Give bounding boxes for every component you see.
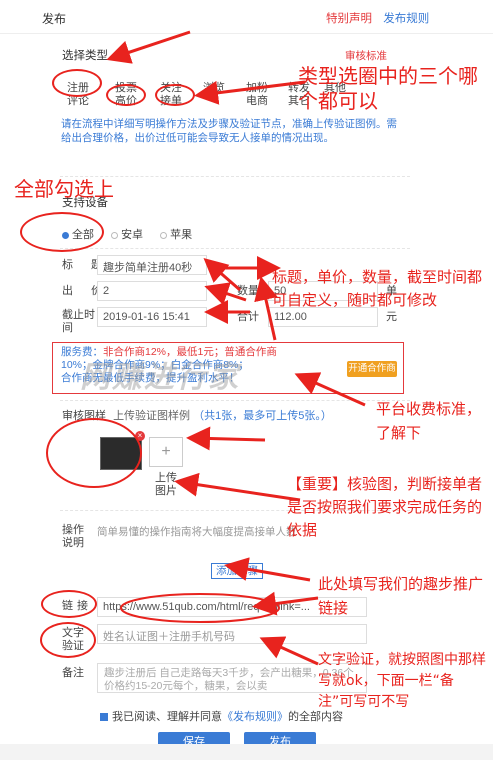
annotation-custom-fields: 标题，单价，数量，截至时间都可自定义，随时都可修改 [272,268,483,309]
upload-image-button[interactable]: + [149,437,183,467]
annotation-circle-order [155,84,195,106]
deadline-input[interactable]: 2019-01-16 15:41 [97,307,207,327]
annotation-circle-register [52,69,102,97]
annotation-circle-text-verify [40,622,96,658]
annotation-circle-high-price [106,84,146,106]
publish-rules-link[interactable]: 发布规则 [383,13,429,25]
device-option-android[interactable]: 安卓 [111,229,143,241]
annotation-text-verify: 文字验证，就按照图中那样写就ok，下面一栏“备注”可写可不写 [318,652,486,710]
total-label: 合计 [237,311,259,323]
annotation-select-all: 全部勾选上 [14,177,114,201]
radio-icon [160,231,168,239]
divider [60,400,410,401]
audit-image-limit: （共1张，最多可上传5张。） [193,410,332,422]
price-input[interactable]: 2 [97,281,207,301]
count-label: 数量 [237,285,259,297]
annotation-circle-link [41,590,97,618]
audit-image-hint: 上传验证图样例 [113,410,191,422]
type-label: 选择类型 [62,50,108,62]
top-bar: 发布 特别声明 发布规则 [0,0,493,34]
agreement: 我已阅读、理解并同意《发布规则》的全部内容 [100,708,343,724]
type-option-ecommerce[interactable]: 电商 [246,92,268,108]
type-option-browse[interactable]: 浏览 [203,79,225,95]
annotation-type: 类型选圈中的三个哪个都可以 [298,64,478,113]
remark-label: 备注 [62,667,84,679]
deadline-label: 截止时间 [62,309,95,334]
title-input[interactable]: 趣步简单注册40秒 [97,255,207,275]
radio-icon [111,231,119,239]
annotation-circle-verify-image [46,418,142,488]
annotation-verify-image: 【重要】核验图，判断接单者是否按照我们要求完成任务的依据 [287,475,483,539]
type-note: 请在流程中详细写明操作方法及步骤及验证节点，准确上传验证图例。需给出合理价格，出… [61,118,397,144]
agreement-checkbox[interactable] [100,713,108,722]
agreement-rules-link[interactable]: 《发布规则》 [222,711,288,723]
device-option-ios[interactable]: 苹果 [160,229,192,241]
service-fee-box: 服务费：非合作商12%，最低1元；普通合作商 10%；金牌合作商9%；白金合作商… [52,342,404,394]
upgrade-partner-button[interactable]: 开通合作商 [347,361,397,377]
steps-input[interactable]: 简单易懂的操作指南将大幅度提高接单人数 [97,524,297,539]
bottom-bar [0,744,493,760]
header-links: 特别声明 发布规则 [326,10,429,26]
page-title: 发布 [42,12,67,26]
fee-line1: 非合作商12%，最低1元；普通合作商 [103,346,277,358]
audit-standard-link[interactable]: 审核标准 [345,48,387,63]
text-verify-input[interactable]: 姓名认证图＋注册手机号码 [97,624,367,644]
add-step-button[interactable]: 添加步骤 [211,563,263,579]
annotation-link: 此处填写我们的趣步推广链接 [318,575,484,617]
total-unit: 元 [386,311,397,323]
upload-image-label: 上传图片 [155,472,177,497]
divider [60,248,410,249]
special-notice-link[interactable]: 特别声明 [326,13,372,25]
annotation-fee: 平台收费标准，了解下 [376,400,482,442]
agreement-prefix: 我已阅读、理解并同意 [112,711,222,723]
fee-prefix: 服务费： [61,346,103,358]
steps-label: 操作说明 [62,524,84,549]
annotation-circle-device [20,212,104,252]
